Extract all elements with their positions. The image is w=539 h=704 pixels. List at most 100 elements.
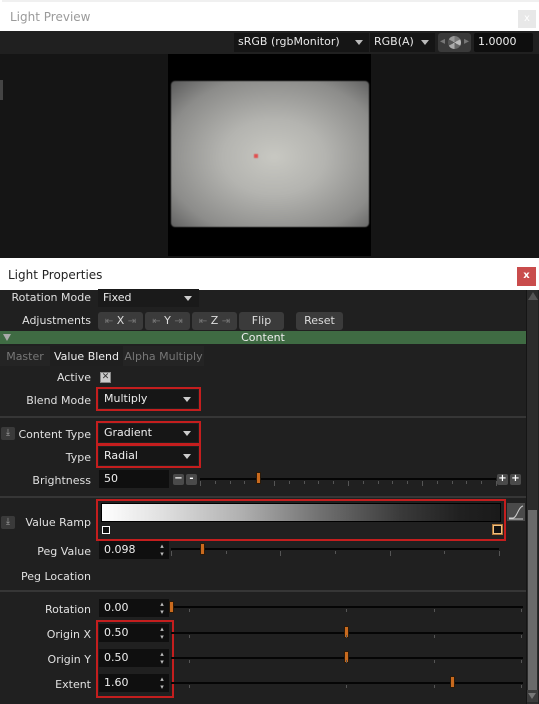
channels-value: RGB(A) — [374, 35, 414, 48]
scroll-up-icon[interactable] — [528, 292, 538, 300]
blend-mode-label: Blend Mode — [26, 394, 91, 407]
type-value: Radial — [104, 449, 138, 462]
content-type-dropdown[interactable]: Gradient — [99, 424, 198, 442]
preview-titlebar: Light Preview x — [2, 0, 539, 31]
ramp-peg-end[interactable] — [493, 525, 502, 534]
origin-x-value: 0.50 — [104, 626, 129, 639]
origin-x-input[interactable]: 0.50 ▴ ▾ — [99, 624, 169, 642]
increase-large-button[interactable]: + — [510, 474, 521, 485]
scroll-down-icon — [528, 693, 536, 699]
slider-tick — [433, 660, 435, 663]
spinner-icon[interactable]: ▴ ▾ — [157, 675, 167, 691]
content-type-value: Gradient — [104, 426, 152, 439]
active-label: Active — [56, 371, 91, 384]
reset-button[interactable]: Reset — [296, 312, 343, 330]
tab-master[interactable]: Master — [0, 346, 50, 366]
scrollbar-thumb[interactable] — [528, 510, 537, 690]
peg-value-slider-handle[interactable] — [200, 543, 206, 555]
origin-x-label: Origin X — [46, 628, 91, 641]
extent-slider-handle[interactable] — [449, 676, 455, 688]
properties-scrollbar[interactable] — [526, 290, 538, 704]
preview-close-button[interactable]: x — [518, 10, 536, 28]
slider-tick — [499, 551, 500, 556]
origin-y-input[interactable]: 0.50 ▴ ▾ — [99, 649, 169, 667]
adjust-x-button[interactable]: ⇤ X ⇥ — [98, 312, 143, 330]
blend-mode-dropdown[interactable]: Multiply — [99, 390, 198, 408]
slider-tick — [333, 481, 335, 484]
slider-tick — [466, 481, 468, 484]
tab-alpha-multiply[interactable]: Alpha Multiply — [123, 346, 204, 366]
adjust-y-button[interactable]: ⇤ Y ⇥ — [145, 312, 190, 330]
exposure-button[interactable]: ◂ ▸ — [438, 33, 471, 52]
slider-tick — [436, 481, 438, 484]
peg-value-text: 0.098 — [104, 543, 136, 556]
slider-tick — [303, 481, 305, 484]
spinner-icon[interactable]: ▴ ▾ — [157, 600, 167, 616]
peg-value-input[interactable]: 0.098 ▴ ▾ — [99, 541, 169, 559]
slider-tick — [171, 551, 172, 556]
increase-small-button[interactable]: + — [497, 474, 508, 485]
properties-close-button[interactable]: x — [517, 267, 536, 286]
rotation-slider-handle[interactable] — [169, 601, 174, 613]
tab-value-blend[interactable]: Value Blend — [50, 346, 123, 366]
spinner-icon[interactable]: ▴ ▾ — [157, 650, 167, 666]
decrease-large-button[interactable]: − — [173, 474, 184, 485]
scroll-down-button[interactable] — [527, 690, 538, 702]
slider-tick — [225, 551, 227, 554]
content-section-title: Content — [241, 331, 285, 344]
flip-button[interactable]: Flip — [239, 312, 284, 330]
rotation-slider-track[interactable] — [171, 606, 523, 608]
brightness-slider-track[interactable] — [200, 478, 496, 480]
brightness-label: Brightness — [32, 474, 91, 487]
decrease-small-button[interactable]: - — [186, 474, 197, 485]
slider-tick — [521, 635, 522, 638]
extent-input[interactable]: 1.60 ▴ ▾ — [99, 674, 169, 692]
curve-editor-button[interactable] — [507, 503, 525, 521]
slider-tick — [346, 635, 347, 638]
slider-tick — [433, 609, 435, 612]
type-dropdown[interactable]: Radial — [99, 447, 198, 465]
brightness-input[interactable]: 50 — [99, 470, 169, 488]
slider-tick — [188, 609, 190, 612]
origin-marker[interactable] — [254, 154, 258, 158]
nudge-left-icon: ⇤ — [104, 316, 114, 327]
nudge-right-icon: ⇥ — [221, 316, 231, 327]
brightness-slider-handle[interactable] — [256, 472, 262, 484]
slider-tick — [362, 481, 364, 484]
adjustments-label: Adjustments — [22, 314, 91, 327]
exposure-input[interactable]: 1.0000 — [474, 33, 533, 52]
colorspace-dropdown[interactable]: sRGB (rgbMonitor) — [234, 33, 369, 52]
adjust-x-label: X — [116, 314, 125, 327]
content-section-header[interactable]: Content — [0, 331, 526, 344]
slider-tick — [433, 635, 435, 638]
preview-viewport[interactable] — [0, 54, 539, 258]
slider-tick — [389, 551, 391, 556]
ramp-peg-start[interactable] — [102, 526, 110, 534]
divider — [0, 416, 526, 418]
value-ramp-label: Value Ramp — [25, 516, 91, 529]
adjust-y-label: Y — [164, 314, 171, 327]
extent-slider-track[interactable] — [171, 682, 523, 684]
blend-mode-value: Multiply — [104, 392, 148, 405]
channels-dropdown[interactable]: RGB(A) — [370, 33, 435, 52]
slider-tick — [481, 481, 483, 484]
active-checkbox[interactable]: ✕ — [100, 372, 111, 383]
adjust-z-button[interactable]: ⇤ Z ⇥ — [192, 312, 237, 330]
slider-tick — [346, 609, 347, 612]
content-type-label: Content Type — [18, 428, 91, 441]
spinner-icon[interactable]: ▴ ▾ — [157, 542, 167, 558]
slider-tick — [392, 481, 394, 484]
chevron-down-icon — [355, 40, 363, 45]
arrow-right-icon: ▸ — [463, 36, 469, 47]
peg-value-slider-track[interactable] — [171, 548, 499, 550]
nudge-right-icon: ⇥ — [174, 316, 183, 327]
spinner-icon[interactable]: ▴ ▾ — [157, 625, 167, 641]
rotation-input[interactable]: 0.00 ▴ ▾ — [99, 599, 169, 617]
slider-tick — [288, 481, 290, 484]
slider-tick — [280, 551, 282, 556]
nudge-left-icon: ⇤ — [152, 316, 161, 327]
rotation-mode-value: Fixed — [103, 291, 132, 304]
rotation-mode-dropdown[interactable]: Fixed — [98, 289, 199, 307]
slider-tick — [318, 481, 320, 484]
value-ramp-gradient[interactable] — [101, 503, 501, 522]
